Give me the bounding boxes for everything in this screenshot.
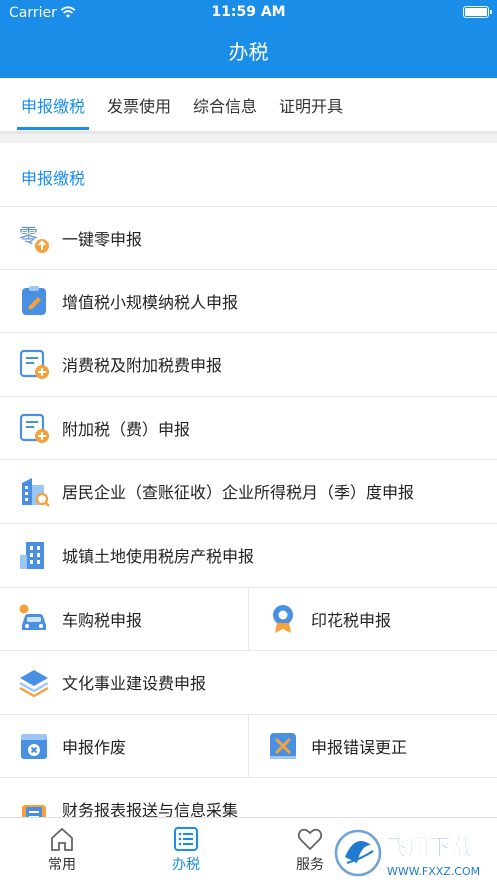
item-label: 城镇土地使用税房产税申报 bbox=[62, 547, 255, 566]
status-time: 11:59 AM bbox=[211, 4, 286, 20]
nav-label: 服务 bbox=[296, 857, 324, 873]
item-label: 文化事业建设费申报 bbox=[62, 674, 207, 693]
list-item-zero-declare[interactable]: 零 一键零申报 bbox=[0, 207, 497, 269]
nav-common[interactable]: 常用 bbox=[27, 826, 97, 874]
list-item-land-property-tax[interactable]: 城镇土地使用税房产税申报 bbox=[0, 524, 497, 586]
watermark-url: WWW.FXXZ.COM bbox=[387, 865, 480, 878]
building-icon bbox=[18, 539, 50, 571]
home-icon bbox=[51, 827, 73, 851]
watermark-title: 飞翔下载 bbox=[385, 835, 473, 861]
item-label: 一键零申报 bbox=[62, 230, 143, 249]
item-label: 申报错误更正 bbox=[311, 738, 408, 757]
tab-certificate[interactable]: 证明开具 bbox=[279, 93, 343, 117]
tab-invoice-use[interactable]: 发票使用 bbox=[107, 93, 171, 117]
tab-general-info[interactable]: 综合信息 bbox=[193, 93, 257, 117]
list-item-culture-fee[interactable]: 文化事业建设费申报 bbox=[0, 651, 497, 713]
page-title: 办税 bbox=[228, 40, 269, 64]
nav-tax[interactable]: 办税 bbox=[151, 826, 221, 874]
stamp-badge-icon bbox=[267, 603, 299, 635]
item-label: 申报作废 bbox=[62, 738, 127, 757]
layers-icon bbox=[18, 666, 50, 698]
list-item-void-declaration[interactable]: 申报作废 bbox=[0, 715, 248, 777]
zero-declare-icon: 零 bbox=[18, 222, 50, 254]
list-item-surcharge[interactable]: 附加税（费）申报 bbox=[0, 397, 497, 459]
section-gap bbox=[0, 131, 497, 143]
heart-icon bbox=[297, 828, 323, 851]
vat-clipboard-icon bbox=[18, 285, 50, 317]
list-item-vehicle-tax[interactable]: 车购税申报 bbox=[0, 588, 248, 650]
void-window-icon bbox=[18, 730, 50, 762]
list-icon bbox=[174, 827, 198, 851]
item-label: 增值税小规模纳税人申报 bbox=[62, 293, 239, 312]
nav-label: 常用 bbox=[48, 857, 76, 873]
item-label: 居民企业（查账征收）企业所得税月（季）度申报 bbox=[62, 483, 415, 502]
building-search-icon bbox=[18, 475, 50, 507]
list-item-consumption-tax[interactable]: 消费税及附加税费申报 bbox=[0, 333, 497, 395]
list-item-error-correction[interactable]: 申报错误更正 bbox=[249, 715, 497, 777]
nav-label: 办税 bbox=[172, 857, 200, 873]
form-plus-icon bbox=[18, 348, 50, 380]
list-item-stamp-tax[interactable]: 印花税申报 bbox=[249, 588, 497, 650]
form-plus-icon bbox=[18, 412, 50, 444]
item-label: 附加税（费）申报 bbox=[62, 420, 191, 439]
svg-text:零: 零 bbox=[19, 225, 38, 247]
active-tab-indicator bbox=[17, 127, 89, 130]
app-header: Carrier 11:59 AM 办税 bbox=[0, 0, 497, 78]
item-label: 印花税申报 bbox=[311, 611, 392, 630]
watermark-logo: 飞翔下载 WWW.FXXZ.COM bbox=[334, 829, 480, 878]
list-item-enterprise-income-tax[interactable]: 居民企业（查账征收）企业所得税月（季）度申报 bbox=[0, 460, 497, 522]
battery-icon bbox=[463, 6, 492, 18]
item-label: 车购税申报 bbox=[62, 611, 143, 630]
item-label: 消费税及附加税费申报 bbox=[62, 356, 223, 375]
tab-declare-pay[interactable]: 申报缴税 bbox=[21, 93, 85, 117]
list-item-vat-small-scale[interactable]: 增值税小规模纳税人申报 bbox=[0, 270, 497, 332]
correction-icon bbox=[267, 730, 299, 762]
tab-bar: 申报缴税 发票使用 综合信息 证明开具 bbox=[0, 78, 497, 131]
car-icon bbox=[18, 603, 50, 635]
status-bar: Carrier 11:59 AM bbox=[0, 0, 497, 26]
section-title: 申报缴税 bbox=[21, 169, 86, 188]
